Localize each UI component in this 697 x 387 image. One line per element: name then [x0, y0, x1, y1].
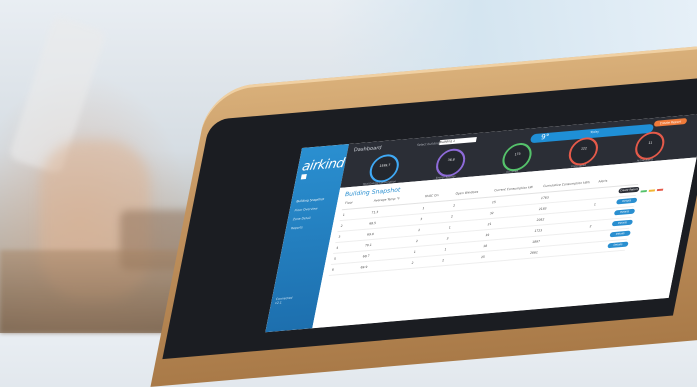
legend	[640, 176, 668, 197]
column-header[interactable]: Current Consumption kW	[494, 185, 533, 192]
column-header[interactable]: Alerts	[598, 179, 608, 184]
row-action-button[interactable]: Details	[609, 230, 631, 238]
footer-line: v2.1	[274, 300, 283, 306]
row-action-button[interactable]: Details	[607, 241, 629, 249]
row-action-button[interactable]: Details	[615, 197, 638, 205]
tablet-screen: airkind Building Snapshot Floor Overview…	[265, 113, 697, 333]
table-cell: 1763	[540, 195, 550, 201]
logo-badge-icon	[300, 174, 307, 180]
table-cell: 2661	[529, 250, 539, 255]
table-cell: 15	[491, 199, 497, 205]
table-cell: 2183	[538, 206, 547, 212]
table-cell: 2	[452, 203, 456, 208]
gauge-value: 173	[514, 151, 521, 157]
sidebar-nav: Building Snapshot Floor Overview Zone De…	[290, 196, 334, 235]
table-cell: 2	[450, 214, 454, 219]
column-header[interactable]: Average Temp °F	[373, 196, 400, 202]
table-cell: 2	[589, 224, 592, 229]
building-select[interactable]: Building 1	[439, 136, 477, 146]
gauge-energy[interactable]: 1599.7	[367, 153, 402, 184]
gauge-value: 36.8	[447, 157, 456, 163]
table-cell: 68.5	[368, 220, 377, 226]
table-cell: 1	[444, 247, 447, 252]
row-action-button[interactable]: Details	[611, 219, 634, 227]
legend-swatch-green	[640, 190, 647, 193]
table-cell: 2052	[536, 217, 545, 223]
table-cell: 1	[422, 206, 425, 211]
table-cell: 3	[419, 217, 423, 222]
gauge-unoccupied[interactable]: 122	[566, 136, 601, 167]
weather-subtitle: Today	[589, 129, 600, 135]
table-cell: 6	[331, 267, 335, 272]
legend-swatch-yellow	[648, 189, 656, 192]
gauge-value: 122	[580, 146, 588, 151]
column-header[interactable]: HVAC On	[424, 193, 439, 198]
table-cell: 19	[484, 232, 490, 238]
table-cell: 1	[413, 249, 417, 255]
page-title: Dashboard	[353, 145, 383, 154]
column-header[interactable]: Open Windows	[455, 190, 479, 196]
table-cell: 1	[448, 225, 452, 230]
table-cell: 1723	[534, 228, 543, 233]
table-cell: 5	[333, 256, 337, 261]
building-select-label: Select building	[416, 141, 441, 148]
table-cell: 3	[338, 234, 341, 239]
table-cell: 18	[482, 243, 488, 249]
table-cell: 3	[446, 236, 449, 241]
gauge-alerts[interactable]: 11	[632, 130, 667, 161]
table-cell: 2	[441, 258, 445, 263]
table-cell: 2	[415, 238, 419, 244]
sidebar-footer: Connected v2.1	[275, 296, 293, 305]
table-cell: 1	[342, 212, 346, 218]
table-cell: 68.7	[362, 253, 370, 259]
gauge-value: 11	[648, 140, 653, 145]
gauge-occupied[interactable]: 173	[499, 141, 535, 173]
table-cell: 2	[417, 227, 421, 233]
table-cell: 4	[335, 245, 339, 250]
sidebar-item-zone-detail[interactable]: Zone Detail	[292, 214, 330, 222]
table-cell: 1897	[531, 239, 541, 244]
gauge-value: 1599.7	[379, 162, 391, 168]
table-cell: 2	[411, 260, 414, 266]
legend-swatch-red	[656, 188, 664, 192]
sidebar-item-reports[interactable]: Reports	[291, 223, 329, 230]
gauge-savings[interactable]: 36.8	[433, 147, 468, 178]
table-cell: 71.3	[371, 210, 379, 215]
table-cell: 69.0	[366, 231, 375, 237]
table-cell: 69.9	[360, 264, 368, 270]
sidebar-item-building-snapshot[interactable]: Building Snapshot	[296, 196, 334, 203]
table-cell: 32	[489, 210, 495, 216]
column-header[interactable]: Floor	[345, 200, 353, 205]
column-header[interactable]: Cumulative Consumption kWh	[543, 180, 590, 188]
app-logo[interactable]: airkind	[298, 156, 347, 190]
table-cell: 1	[593, 202, 597, 207]
table-cell: 70.1	[364, 242, 373, 248]
row-action-button[interactable]: Details	[613, 208, 636, 216]
table-cell: 2	[340, 223, 344, 228]
row-action-button[interactable]: Create Report	[618, 186, 640, 194]
logo-text: airkind	[300, 156, 346, 175]
create-report-button[interactable]: Create Report	[653, 118, 688, 127]
table-cell: 25	[480, 254, 486, 260]
table-cell: 21	[487, 221, 492, 227]
sidebar-item-floor-overview[interactable]: Floor Overview	[294, 205, 332, 212]
